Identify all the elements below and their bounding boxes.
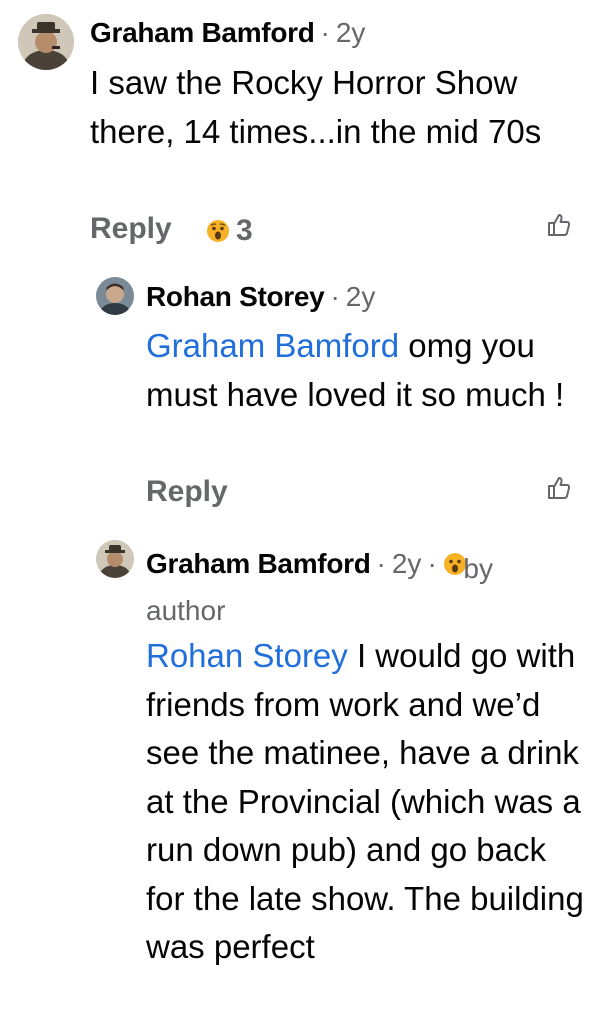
- author-name[interactable]: Rohan Storey: [146, 281, 325, 313]
- thumbs-up-outline-icon[interactable]: [546, 212, 572, 238]
- comment-text: Graham Bamford omg you must have loved i…: [146, 322, 586, 419]
- avatar[interactable]: [96, 540, 134, 578]
- mention-link[interactable]: Graham Bamford: [146, 327, 399, 364]
- reply-button[interactable]: Reply: [146, 475, 228, 509]
- thumbs-up-outline-icon[interactable]: [546, 475, 572, 501]
- comment-body: I would go with friends from work and we…: [146, 637, 584, 965]
- avatar[interactable]: [96, 277, 134, 315]
- wow-emoji-icon: [206, 219, 230, 243]
- avatar[interactable]: [18, 14, 74, 70]
- author-badge-text: Graham Bamford · 2y · by author: [146, 553, 493, 626]
- comment-text: I saw the Rocky Horror Show there, 14 ti…: [90, 64, 542, 150]
- reply-button[interactable]: Reply: [90, 212, 172, 246]
- comment-text: Rohan Storey I would go with friends fro…: [146, 632, 586, 972]
- timestamp: · 2y: [330, 281, 376, 312]
- author-name[interactable]: Graham Bamford: [90, 17, 315, 49]
- timestamp: · 2y: [320, 17, 366, 48]
- reaction-summary[interactable]: 3: [206, 214, 253, 248]
- mention-link[interactable]: Rohan Storey: [146, 637, 348, 674]
- reaction-count: 3: [236, 214, 253, 247]
